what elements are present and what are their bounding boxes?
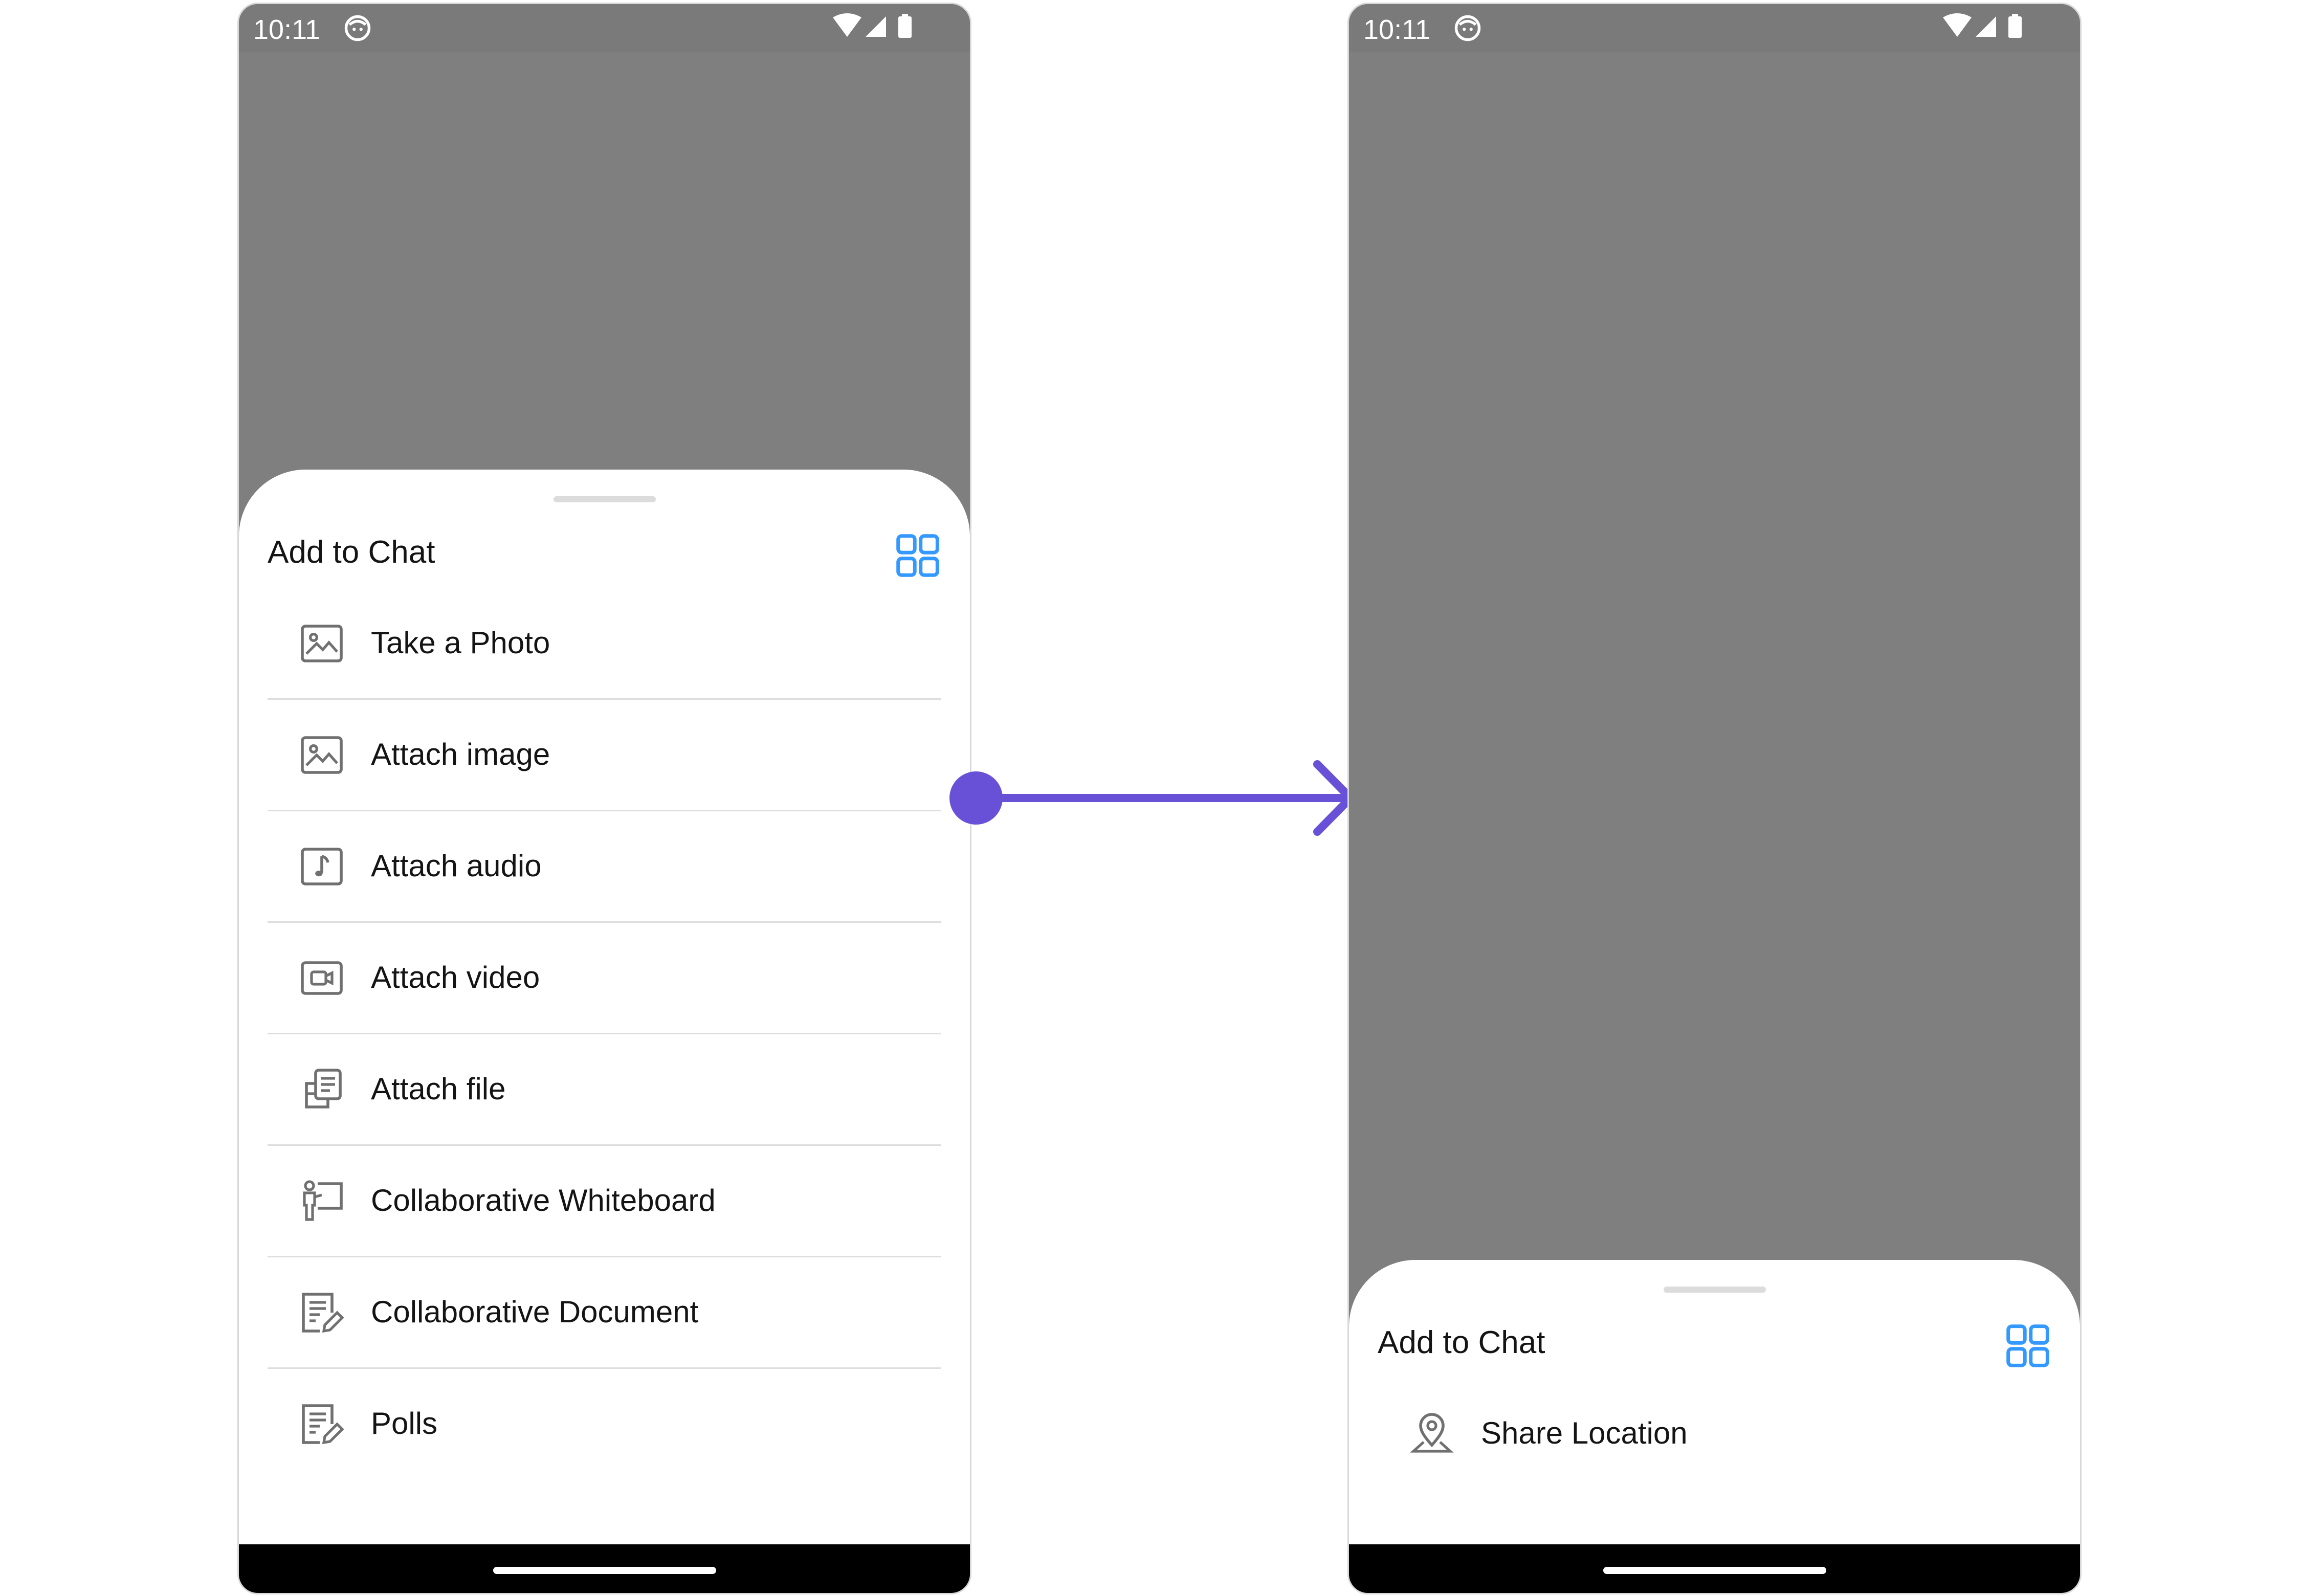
grid-icon[interactable] (2004, 1322, 2051, 1369)
status-time: 10:11 (1363, 14, 1431, 45)
signal-icon (866, 16, 886, 37)
status-time: 10:11 (253, 14, 321, 45)
navigation-bar (239, 1544, 970, 1593)
option-share-location[interactable]: Share Location (1378, 1379, 2051, 1490)
attachment-options-list: Take a Photo Attach image Attach audio A… (268, 588, 941, 1480)
image-icon (301, 736, 343, 774)
navigation-bar (1349, 1544, 2080, 1593)
option-collaborative-document[interactable]: Collaborative Document (268, 1257, 941, 1369)
option-polls[interactable]: Polls (268, 1369, 941, 1480)
image-icon (301, 625, 343, 662)
grid-icon[interactable] (894, 532, 941, 579)
option-attach-file[interactable]: Attach file (268, 1034, 941, 1146)
video-icon (301, 961, 343, 995)
home-indicator[interactable] (493, 1567, 716, 1574)
option-attach-video[interactable]: Attach video (268, 923, 941, 1034)
option-label: Collaborative Document (371, 1295, 699, 1329)
phone-screen-right: 10:11 Add to Chat Share Location (1347, 3, 2082, 1594)
option-label: Attach image (371, 737, 550, 771)
wifi-icon (1943, 13, 1972, 37)
audio-icon (301, 848, 343, 885)
sheet-title: Add to Chat (1378, 1325, 1545, 1360)
status-icons (833, 13, 912, 38)
add-to-chat-sheet: Add to Chat Take a Photo Attach image At… (239, 470, 970, 1544)
document-icon (302, 1293, 344, 1333)
option-attach-audio[interactable]: Attach audio (268, 811, 941, 923)
option-collaborative-whiteboard[interactable]: Collaborative Whiteboard (268, 1146, 941, 1257)
sheet-title: Add to Chat (268, 535, 435, 570)
sheet-drag-handle[interactable] (1663, 1287, 1766, 1293)
face-icon (344, 15, 371, 41)
option-take-photo[interactable]: Take a Photo (268, 588, 941, 700)
signal-icon (1976, 16, 1996, 37)
wifi-icon (833, 13, 861, 37)
face-icon (1454, 15, 1481, 41)
status-bar: 10:11 (239, 4, 970, 52)
whiteboard-icon (303, 1180, 343, 1221)
status-icons (1943, 13, 2022, 38)
option-label: Share Location (1481, 1416, 1688, 1450)
sheet-drag-handle[interactable] (553, 496, 656, 502)
location-pin-icon (1410, 1413, 1454, 1453)
attachment-options-list: Share Location (1378, 1379, 2051, 1490)
option-label: Attach video (371, 960, 540, 994)
option-label: Attach file (371, 1072, 506, 1106)
home-indicator[interactable] (1603, 1567, 1826, 1574)
battery-icon (2008, 16, 2022, 38)
phone-screen-left: 10:11 Add to Chat Take a Photo Attach im… (237, 3, 971, 1594)
option-attach-image[interactable]: Attach image (268, 700, 941, 811)
add-to-chat-sheet: Add to Chat Share Location (1349, 1260, 2080, 1544)
status-bar: 10:11 (1349, 4, 2080, 52)
battery-icon (898, 16, 912, 38)
file-icon (305, 1069, 342, 1109)
polls-icon (302, 1404, 344, 1445)
option-label: Take a Photo (371, 626, 550, 660)
transition-arrow (949, 760, 1355, 836)
option-label: Polls (371, 1406, 438, 1440)
option-label: Attach audio (371, 849, 542, 883)
option-label: Collaborative Whiteboard (371, 1183, 716, 1217)
